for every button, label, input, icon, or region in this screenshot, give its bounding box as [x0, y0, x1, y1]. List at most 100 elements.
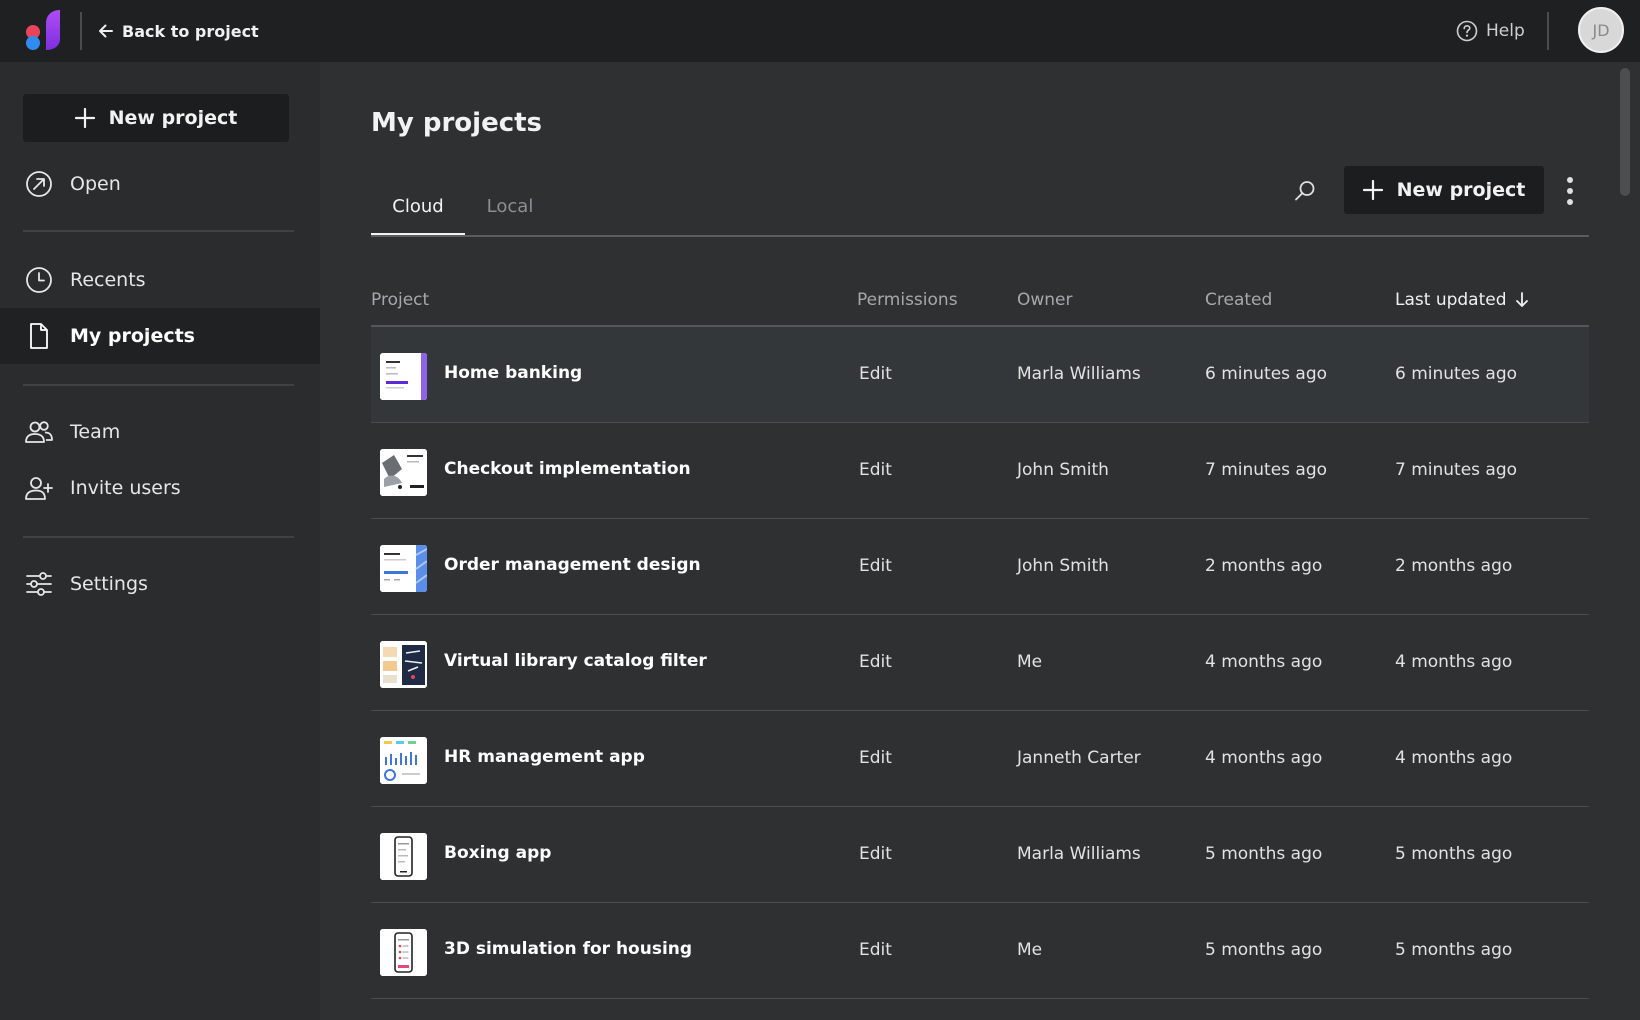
created-cell: 5 months ago — [1205, 844, 1323, 864]
owner-cell: Marla Williams — [1017, 364, 1141, 384]
table-row[interactable]: 3D simulation for housing Edit Me 5 mont… — [371, 903, 1589, 999]
project-name[interactable]: Checkout implementation — [444, 459, 691, 479]
open-arrow-icon — [26, 171, 52, 197]
created-cell: 5 months ago — [1205, 940, 1323, 960]
project-thumbnail — [380, 545, 427, 592]
sidebar-item-my-projects[interactable]: My projects — [0, 308, 320, 364]
last-updated-cell: 2 months ago — [1395, 556, 1513, 576]
tabs-divider — [371, 235, 1589, 237]
project-name[interactable]: 3D simulation for housing — [444, 939, 692, 959]
created-cell: 7 minutes ago — [1205, 460, 1328, 480]
project-name[interactable]: Boxing app — [444, 843, 551, 863]
table-row[interactable]: Order management design Edit John Smith … — [371, 519, 1589, 615]
table-row[interactable]: Virtual library catalog filter Edit Me 4… — [371, 615, 1589, 711]
tab-cloud[interactable]: Cloud — [371, 196, 465, 236]
project-name[interactable]: Virtual library catalog filter — [444, 651, 707, 671]
sidebar-item-recents[interactable]: Recents — [0, 252, 320, 308]
document-icon — [30, 323, 48, 349]
last-updated-cell: 5 months ago — [1395, 844, 1513, 864]
last-updated-cell: 4 months ago — [1395, 652, 1513, 672]
permissions-cell: Edit — [859, 364, 892, 384]
arrow-left-icon — [99, 24, 113, 38]
kebab-dot-icon — [1567, 188, 1573, 194]
sidebar-new-project-label: New project — [108, 107, 238, 129]
back-to-project-label: Back to project — [122, 21, 259, 41]
owner-cell: Me — [1017, 940, 1043, 960]
owner-cell: Marla Williams — [1017, 844, 1141, 864]
project-thumbnail — [380, 449, 427, 496]
back-to-project-link[interactable]: Back to project — [98, 18, 259, 44]
top-bar: Back to project Help JD — [0, 0, 1640, 62]
sidebar-item-team[interactable]: Team — [0, 404, 320, 460]
permissions-cell: Edit — [859, 460, 892, 480]
search-button[interactable] — [1290, 176, 1320, 206]
created-cell: 6 minutes ago — [1205, 364, 1328, 384]
table-row[interactable]: Home banking Edit Marla Williams 6 minut… — [371, 327, 1589, 423]
kebab-dot-icon — [1567, 199, 1573, 205]
sidebar-item-label: Recents — [70, 269, 146, 291]
sidebar-item-settings[interactable]: Settings — [0, 556, 320, 612]
table-row[interactable]: HR management app Edit Janneth Carter 4 … — [371, 711, 1589, 807]
more-options-button[interactable] — [1560, 174, 1580, 208]
last-updated-cell: 6 minutes ago — [1395, 364, 1518, 384]
sidebar-item-label: Team — [70, 421, 121, 443]
owner-cell: Janneth Carter — [1017, 748, 1141, 768]
page-title: My projects — [371, 108, 543, 138]
owner-cell: Me — [1017, 652, 1043, 672]
project-thumbnail — [380, 833, 427, 880]
app-logo[interactable] — [24, 9, 64, 51]
scrollbar-thumb[interactable] — [1620, 68, 1630, 196]
last-updated-cell: 4 months ago — [1395, 748, 1513, 768]
arrow-down-icon — [1515, 292, 1528, 307]
project-name[interactable]: Home banking — [444, 363, 582, 383]
add-user-icon — [25, 477, 53, 500]
column-header-label: Last updated — [1395, 290, 1507, 310]
help-button[interactable]: Help — [1456, 17, 1525, 45]
created-cell: 4 months ago — [1205, 748, 1323, 768]
project-thumbnail — [380, 929, 427, 976]
sidebar-new-project-button[interactable]: New project — [23, 94, 289, 142]
permissions-cell: Edit — [859, 556, 892, 576]
project-thumbnail — [380, 737, 427, 784]
last-updated-cell: 5 months ago — [1395, 940, 1513, 960]
sidebar-item-label: Settings — [70, 573, 148, 595]
plus-icon — [74, 108, 95, 128]
column-header-last-updated[interactable]: Last updated — [1395, 290, 1529, 310]
help-label: Help — [1486, 21, 1525, 41]
column-header-created[interactable]: Created — [1205, 290, 1272, 310]
sidebar-item-label: Invite users — [70, 477, 181, 499]
column-header-permissions[interactable]: Permissions — [857, 290, 958, 310]
plus-icon — [1362, 180, 1383, 200]
owner-cell: John Smith — [1017, 460, 1109, 480]
permissions-cell: Edit — [859, 940, 892, 960]
sidebar-item-open[interactable]: Open — [0, 156, 320, 212]
column-header-project[interactable]: Project — [371, 290, 429, 310]
sidebar-divider — [23, 384, 294, 386]
tab-label: Cloud — [392, 196, 444, 217]
owner-cell: John Smith — [1017, 556, 1109, 576]
topbar-divider — [80, 12, 82, 50]
sidebar-divider — [23, 536, 294, 538]
project-thumbnail — [380, 353, 427, 400]
new-project-button[interactable]: New project — [1344, 166, 1544, 214]
sidebar: New project Open Recents My projects Tea… — [0, 62, 320, 1020]
sidebar-item-invite-users[interactable]: Invite users — [0, 460, 320, 516]
team-icon — [25, 421, 53, 443]
sidebar-divider — [23, 230, 294, 232]
project-name[interactable]: HR management app — [444, 747, 645, 767]
table-row[interactable]: Boxing app Edit Marla Williams 5 months … — [371, 807, 1589, 903]
question-circle-icon — [1456, 20, 1478, 42]
kebab-dot-icon — [1567, 177, 1573, 183]
column-header-owner[interactable]: Owner — [1017, 290, 1073, 310]
sidebar-item-label: Open — [70, 173, 121, 195]
tab-local[interactable]: Local — [475, 196, 545, 236]
tab-label: Local — [486, 196, 534, 217]
table-row[interactable]: Checkout implementation Edit John Smith … — [371, 423, 1589, 519]
project-name[interactable]: Order management design — [444, 555, 701, 575]
avatar-initials: JD — [1592, 20, 1610, 40]
permissions-cell: Edit — [859, 844, 892, 864]
user-avatar[interactable]: JD — [1578, 7, 1624, 53]
topbar-divider-right — [1547, 12, 1549, 50]
new-project-label: New project — [1396, 179, 1526, 201]
permissions-cell: Edit — [859, 748, 892, 768]
